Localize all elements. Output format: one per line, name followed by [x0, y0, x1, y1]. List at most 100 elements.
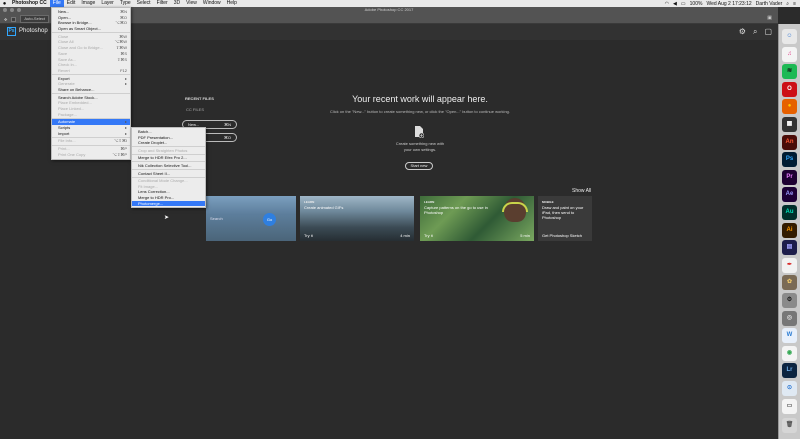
new-document-icon [415, 126, 424, 138]
menu-item-label: Place Embedded... [58, 100, 92, 106]
battery-icon[interactable]: ▭ [681, 1, 686, 7]
audition-app-icon[interactable]: Au [782, 205, 797, 220]
menu-window[interactable]: Window [200, 0, 224, 7]
system-preferences-app-icon[interactable]: ⚙ [782, 293, 797, 308]
automate-menu-item-photomerge[interactable]: Photomerge... [132, 200, 205, 207]
get-sketch-link[interactable]: Get Photoshop Sketch [542, 233, 582, 238]
menu-layer[interactable]: Layer [98, 0, 117, 7]
app-menu[interactable]: Photoshop CC [9, 0, 50, 7]
file-menu-item-import[interactable]: Import ▸ [52, 131, 130, 137]
menu-image[interactable]: Image [78, 0, 98, 7]
menu-item-label: Automate [58, 119, 76, 125]
menu-item-label: Print... [58, 146, 70, 152]
move-tool-icon[interactable]: ✥ [4, 17, 7, 22]
wifi-icon[interactable]: ◠ [665, 1, 669, 7]
file-menu-item-open-as-smart-object[interactable]: Open as Smart Object... [52, 26, 130, 32]
itunes-app-icon[interactable]: ♫ [782, 46, 797, 62]
open-button-shortcut: ⌘O [223, 135, 231, 140]
menu-view[interactable]: View [183, 0, 200, 7]
clock[interactable]: Wed Aug 2 17:23:12 [706, 1, 751, 7]
premiere-app-icon[interactable]: Pr [782, 169, 797, 185]
menu-item-label: Place Linked... [58, 106, 85, 111]
menu-item-shortcut: ⌥⇧⌘P [112, 151, 127, 157]
workspace-switcher-icon[interactable]: ▣ [767, 15, 772, 21]
gimp-app-icon[interactable]: ✿ [782, 275, 797, 291]
stock-search-card[interactable]: Search Go [206, 196, 296, 241]
product-name: Photoshop [19, 28, 48, 34]
clapper-app-icon[interactable]: ▦ [782, 117, 797, 132]
menu-item-label: Save [58, 50, 68, 56]
learn-card-capture-patterns[interactable]: LEARN Capture patterns on the go to use … [420, 196, 534, 241]
menu-select[interactable]: Select [134, 0, 154, 7]
automate-menu-item-nik-collection-selective-tool[interactable]: Nik Collection Selective Tool... [132, 163, 205, 169]
word-app-icon[interactable]: W [782, 328, 797, 344]
mac-dock: ☺ ♫ ≋ O ● ▦ An Ps Pr Ae Au Ai ▤ ✒ ✿ ⚙ ◎ W ◉ Lr ⊙ ▭ 🗑 [778, 24, 800, 439]
after-effects-app-icon[interactable]: Ae [782, 187, 797, 203]
automate-menu-item-merge-to-hdr-efex-pro-2[interactable]: Merge to HDR Efex Pro 2... [132, 155, 205, 161]
mobile-card-sketch[interactable]: MOBILE Draw and paint on your iPad, then… [538, 196, 592, 241]
battery-percent: 100% [689, 0, 703, 7]
trash-icon[interactable]: 🗑 [782, 418, 797, 433]
header-icons: ⚙ ⌕ ▢ [739, 27, 772, 37]
creative-cloud-icon[interactable]: ▢ [764, 27, 772, 37]
spotify-app-icon[interactable]: ≋ [782, 64, 797, 80]
show-all-link[interactable]: Show All [572, 188, 591, 194]
stock-search-input[interactable]: Search [210, 216, 223, 221]
menu-item-label: Export [58, 75, 70, 81]
automate-menu-item-create-droplet[interactable]: Create Droplet... [132, 140, 205, 146]
file-menu-item-revert: Revert F12 [52, 68, 130, 74]
card-tag: MOBILE [542, 200, 554, 204]
create-something-text: Create something new with your own setti… [370, 141, 470, 153]
recent-files-label[interactable]: RECENT FILES [185, 96, 214, 101]
menu-item-shortcut: ▸ [124, 130, 127, 136]
try-it-link[interactable]: Try it [304, 233, 313, 238]
notification-center-icon[interactable]: ≡ [793, 1, 796, 7]
try-it-link[interactable]: Try it [424, 233, 433, 238]
safari-app-icon[interactable]: ⊙ [782, 381, 797, 396]
finder-app-icon[interactable]: ☺ [782, 29, 797, 44]
mouse-pointer-icon: ➤ [164, 215, 170, 221]
spotlight-icon[interactable]: ⌕ [786, 1, 789, 7]
illustrator-app-icon[interactable]: Ai [782, 222, 797, 238]
opera-app-icon[interactable]: O [782, 81, 797, 97]
start-new-button[interactable]: Start new [405, 162, 433, 170]
document-dock-icon[interactable]: ▭ [782, 399, 797, 414]
card-title: Draw and paint on your iPad, then send t… [542, 205, 584, 220]
card-tag: LEARN [304, 200, 315, 204]
media-encoder-app-icon[interactable]: ▤ [782, 240, 797, 256]
file-menu-item-share-on-behance[interactable]: Share on Behance... [52, 87, 130, 93]
menu-edit[interactable]: Edit [64, 0, 79, 7]
menu-type[interactable]: Type [117, 0, 134, 7]
acrobat-app-icon[interactable]: ✒ [782, 257, 797, 273]
lightroom-app-icon[interactable]: Lr [782, 363, 797, 379]
apple-icon[interactable]: ● [0, 1, 9, 7]
cc-files-label[interactable]: CC FILES [186, 107, 204, 112]
file-menu-item-file-info: File Info... ⌥⇧⌘I [52, 138, 130, 144]
gear-icon[interactable]: ⚙ [739, 27, 746, 37]
headphones-illustration [502, 202, 528, 212]
menu-filter[interactable]: Filter [154, 0, 171, 7]
menu-help[interactable]: Help [224, 0, 240, 7]
go-button[interactable]: Go [263, 213, 276, 226]
menu-3d[interactable]: 3D [171, 0, 183, 7]
unknown-app-icon[interactable]: ◎ [782, 310, 797, 326]
chrome-app-icon[interactable]: ◉ [782, 345, 797, 361]
menu-item-shortcut: F12 [120, 67, 127, 73]
search-icon[interactable]: ⌕ [753, 27, 757, 37]
recent-work-subline: Click on the "New..." button to create s… [330, 109, 510, 114]
auto-select-dropdown[interactable]: Auto-Select [20, 15, 50, 23]
recent-work-headline: Your recent work will appear here. [352, 94, 488, 104]
photoshop-app-icon[interactable]: Ps [782, 152, 797, 168]
animate-app-icon[interactable]: An [782, 134, 797, 150]
learn-card-animated-gifs[interactable]: LEARN Create animated GIFs Try it 4 min [300, 196, 414, 241]
menu-file[interactable]: File [49, 0, 64, 7]
auto-select-checkbox[interactable] [11, 16, 17, 22]
menu-item-label: Scripts [58, 125, 71, 131]
firefox-app-icon[interactable]: ● [782, 99, 797, 115]
card-duration: 4 min [400, 233, 410, 238]
user-name[interactable]: Darth Vader [756, 1, 783, 7]
automate-menu-item-contact-sheet-ii[interactable]: Contact Sheet II... [132, 171, 205, 177]
menu-item-label: Close and Go to Bridge... [58, 45, 103, 51]
volume-icon[interactable]: ◀ [673, 1, 677, 7]
automate-submenu: Batch... PDF Presentation... Create Drople… [131, 127, 206, 209]
